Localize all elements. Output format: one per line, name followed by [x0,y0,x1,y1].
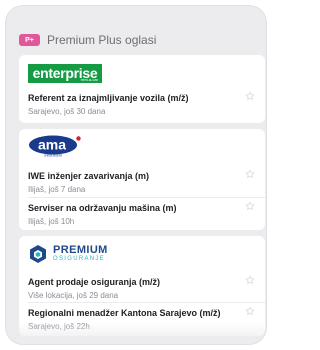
company-card-ama: ama mitsubishi IWE inženjer zavarivanja … [19,129,265,230]
star-outline-icon[interactable] [245,306,255,316]
job-divider [28,302,265,303]
premium-logo-text: PREMIUM [53,244,108,256]
ama-logo-graphic: ama mitsubishi [29,135,81,158]
star-outline-icon[interactable] [245,201,255,211]
ama-logo[interactable]: ama mitsubishi [28,135,82,162]
company-card-enterprise: enterprise rent-a-car Referent za iznajm… [19,55,265,123]
premium-hexagon-icon [30,245,46,263]
panel-title: Premium Plus oglasi [47,33,157,47]
job-location-deadline: Sarajevo, još 22h [28,322,90,331]
job-divider [28,197,265,198]
job-location-deadline: Ilijaš, još 7 dana [28,185,86,194]
job-listing[interactable]: Agent prodaje osiguranja (m/ž) Više loka… [28,275,255,301]
job-title[interactable]: Referent za iznajmljivanje vozila (m/ž) [28,92,255,104]
star-outline-icon[interactable] [245,169,255,179]
premium-logo-subtext: OSIGURANJE [53,256,106,262]
job-location-deadline: Ilijaš, još 10h [28,217,75,226]
panel-header: P+ Premium Plus oglasi [19,31,156,49]
enterprise-logo[interactable]: enterprise rent-a-car [28,64,102,83]
job-listing[interactable]: Referent za iznajmljivanje vozila (m/ž) … [28,91,255,117]
premium-plus-panel: P+ Premium Plus oglasi enterprise rent-a… [5,5,267,345]
company-card-premium: PREMIUM OSIGURANJE Agent prodaje osigura… [19,236,265,336]
job-listing[interactable]: Serviser na održavanju mašina (m) Ilijaš… [28,201,255,227]
job-title[interactable]: Serviser na održavanju mašina (m) [28,202,255,214]
premium-plus-badge: P+ [19,34,40,46]
star-outline-icon[interactable] [245,91,255,101]
job-title[interactable]: Regionalni menadžer Kantona Sarajevo (m/… [28,307,255,319]
job-location-deadline: Sarajevo, još 30 dana [28,107,106,116]
job-title[interactable]: Agent prodaje osiguranja (m/ž) [28,276,255,288]
job-listing[interactable]: Regionalni menadžer Kantona Sarajevo (m/… [28,306,255,332]
star-outline-icon[interactable] [245,275,255,285]
ama-logo-text: ama [38,137,66,153]
premium-osiguranje-logo[interactable]: PREMIUM OSIGURANJE [28,244,108,264]
ama-logo-subtext: mitsubishi [44,153,62,158]
enterprise-logo-subtext: rent-a-car [80,77,98,82]
job-title[interactable]: IWE inženjer zavarivanja (m) [28,170,255,182]
job-listing[interactable]: IWE inženjer zavarivanja (m) Ilijaš, još… [28,169,255,195]
job-location-deadline: Više lokacija, još 29 dana [28,291,119,300]
